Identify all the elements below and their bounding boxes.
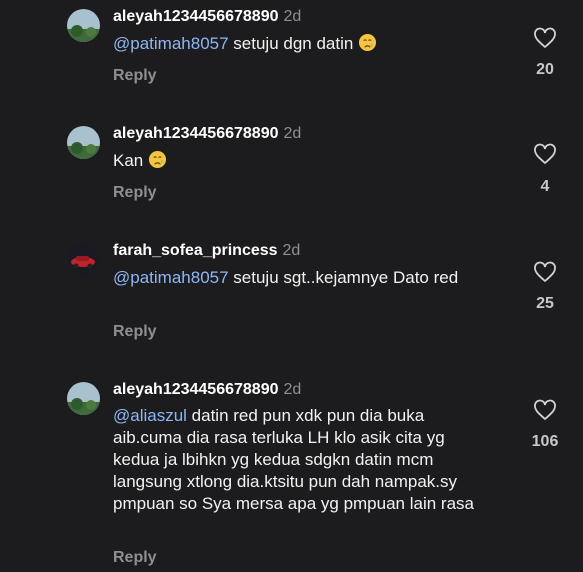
- comment-body: Kan: [113, 151, 144, 170]
- crying-face-emoji: [359, 33, 377, 52]
- avatar[interactable]: [67, 9, 100, 42]
- reply-button[interactable]: Reply: [113, 323, 157, 341]
- comment-text: @patimah8057 setuju dgn datin: [113, 33, 503, 55]
- like-button[interactable]: [530, 142, 560, 168]
- like-button[interactable]: [530, 26, 560, 52]
- mention-link[interactable]: @patimah8057: [113, 268, 229, 287]
- like-button[interactable]: [530, 260, 560, 286]
- heart-outline-icon: [534, 399, 556, 421]
- avatar[interactable]: [67, 243, 100, 276]
- heart-outline-icon: [534, 143, 556, 165]
- comment-header: aleyah1234456678890 2d: [113, 381, 301, 399]
- username[interactable]: farah_sofea_princess: [113, 242, 278, 259]
- username[interactable]: aleyah1234456678890: [113, 8, 279, 25]
- avatar[interactable]: [67, 382, 100, 415]
- reply-button[interactable]: Reply: [113, 67, 157, 85]
- comment-body: setuju dgn datin: [228, 34, 354, 53]
- like-button[interactable]: [530, 398, 560, 424]
- comment-body: setuju sgt..kejamnye Dato red: [228, 268, 459, 287]
- mention-link[interactable]: @patimah8057: [113, 34, 229, 53]
- comment-text: @aliaszul datin red pun xdk pun dia buka…: [113, 405, 488, 515]
- comment-header: aleyah1234456678890 2d: [113, 125, 301, 143]
- timestamp: 2d: [283, 8, 302, 25]
- username[interactable]: aleyah1234456678890: [113, 125, 279, 142]
- timestamp: 2d: [282, 242, 301, 259]
- comment-header: farah_sofea_princess 2d: [113, 242, 300, 260]
- reply-button[interactable]: Reply: [113, 549, 157, 567]
- reply-button[interactable]: Reply: [113, 184, 157, 202]
- comment-text: @patimah8057 setuju sgt..kejamnye Dato r…: [113, 267, 473, 289]
- like-count: 25: [536, 295, 554, 312]
- heart-outline-icon: [534, 27, 556, 49]
- like-count: 20: [536, 61, 554, 78]
- mention-link[interactable]: @aliaszul: [113, 406, 187, 425]
- like-count: 4: [540, 178, 550, 195]
- crying-face-emoji: [148, 150, 167, 169]
- username[interactable]: aleyah1234456678890: [113, 381, 279, 398]
- timestamp: 2d: [283, 125, 302, 142]
- heart-outline-icon: [534, 261, 556, 283]
- comment-header: aleyah1234456678890 2d: [113, 8, 301, 26]
- like-count: 106: [531, 433, 559, 450]
- comment-text: Kan: [113, 150, 503, 172]
- timestamp: 2d: [283, 381, 302, 398]
- avatar[interactable]: [67, 126, 100, 159]
